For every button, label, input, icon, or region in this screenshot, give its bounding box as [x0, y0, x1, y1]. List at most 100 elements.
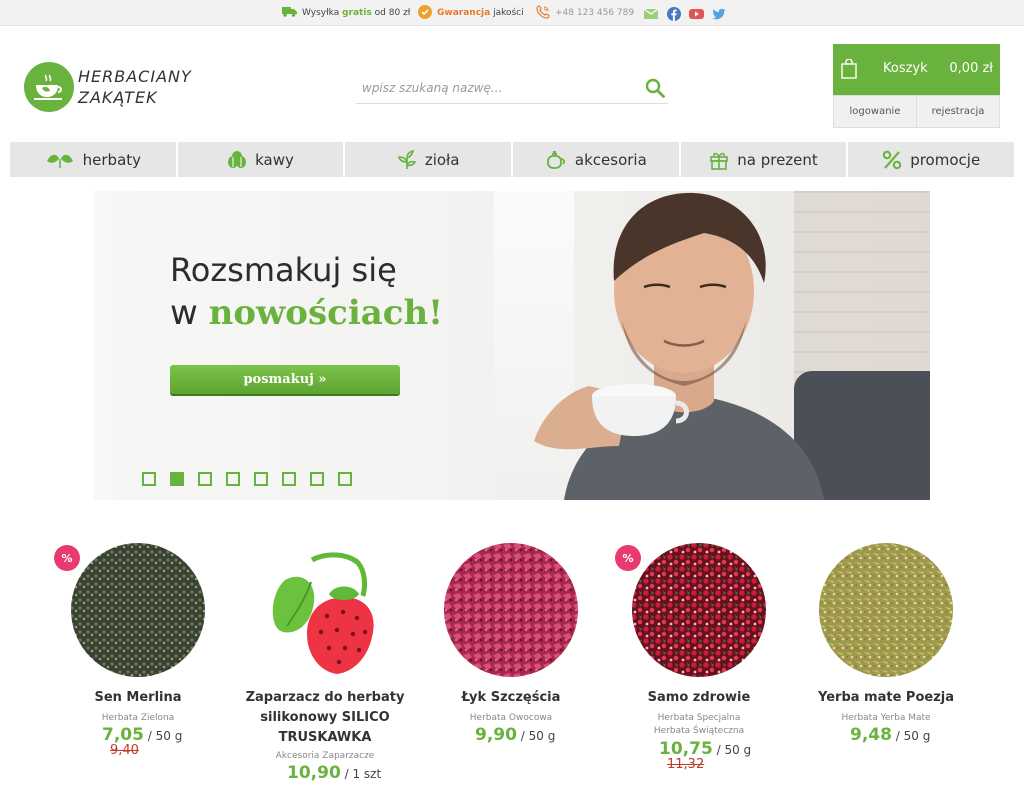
logo-line-2: ZAKĄTEK [78, 88, 158, 107]
nav-label: akcesoria [574, 150, 647, 169]
product-name-line: TRUSKAWKA [278, 730, 372, 745]
nav-label: herbaty [82, 150, 142, 169]
slider-dot-8[interactable] [338, 472, 352, 486]
slider-dot-7[interactable] [310, 472, 324, 486]
teapot-icon [547, 150, 565, 169]
product-image [444, 543, 578, 677]
check-badge-icon [418, 4, 432, 22]
product-name[interactable]: Yerba mate Poezja [796, 688, 976, 708]
hero-banner[interactable]: Rozsmakuj się w nowościach! posmakuj » [94, 191, 930, 500]
slider-dot-2[interactable] [170, 472, 184, 486]
register-label: rejestracja [931, 106, 985, 117]
cart-total: 0,00 zł [949, 61, 993, 76]
shipping-info: Wysyłka gratis od 80 zł [282, 0, 410, 26]
slider-dot-3[interactable] [198, 472, 212, 486]
login-button[interactable]: logowanie [833, 95, 917, 128]
product-name[interactable]: Samo zdrowie [609, 688, 789, 708]
product-name-line: silikonowy SILICO [260, 710, 390, 725]
shopping-bag-icon [841, 58, 857, 83]
gift-icon [710, 152, 729, 170]
product-image [819, 543, 953, 677]
slider-pagination [142, 472, 352, 486]
phone-number[interactable]: +48 123 456 789 [555, 8, 634, 18]
herb-icon [397, 149, 417, 169]
phone-icon [536, 4, 550, 22]
teacup-logo-icon [24, 62, 74, 112]
old-price: 11,32 [667, 757, 705, 772]
mail-icon[interactable] [643, 6, 659, 20]
slider-dot-6[interactable] [282, 472, 296, 486]
price-value: 9,48 [850, 725, 892, 745]
old-price: 9,40 [110, 743, 139, 758]
product-name[interactable]: Sen Merlina [48, 688, 228, 708]
shipping-threshold-text: od 80 zł [374, 8, 411, 18]
youtube-icon[interactable] [689, 6, 704, 20]
nav-label: na prezent [737, 150, 818, 169]
nav-label: zioła [424, 150, 460, 169]
quality-highlight-text: Gwarancja [437, 8, 491, 18]
search-input[interactable] [362, 77, 632, 99]
product-category: Herbata Specjalna [657, 713, 741, 723]
product-image [632, 543, 766, 677]
cart-label: Koszyk [883, 61, 928, 76]
nav-label: kawy [255, 150, 294, 169]
product-category: Herbata Owocowa [469, 713, 553, 723]
nav-item-kawy[interactable]: kawy [177, 142, 344, 177]
price-unit: / 50 g [895, 729, 931, 743]
phone-info[interactable]: +48 123 456 789 [536, 0, 634, 26]
price-value: 10,75 [659, 739, 713, 759]
nav-item-herbaty[interactable]: herbaty [10, 142, 176, 177]
quality-info: Gwarancja jakości [418, 0, 524, 26]
nav-item-akcesoria[interactable]: akcesoria [513, 142, 679, 177]
nav-item-na-prezent[interactable]: na prezent [680, 142, 847, 177]
price-value: 7,05 [102, 725, 144, 745]
product-price: 9,48 / 50 g [796, 725, 976, 745]
slider-dot-5[interactable] [254, 472, 268, 486]
product-price: 10,90 / 1 szt [235, 763, 415, 783]
quality-text: jakości [493, 8, 524, 18]
shipping-free-text: gratis [342, 8, 372, 18]
product-name[interactable]: Zaparzacz do herbaty silikonowy SILICO T… [235, 688, 415, 748]
facebook-icon[interactable] [667, 6, 681, 21]
price-unit: / 1 szt [344, 767, 382, 781]
product-name[interactable]: Łyk Szczęścia [421, 688, 601, 708]
register-button[interactable]: rejestracja [916, 95, 1000, 128]
price-unit: / 50 g [520, 729, 556, 743]
product-category: Akcesoria Zaparzacze [275, 751, 375, 761]
top-info-bar: Wysyłka gratis od 80 zł Gwarancja jakośc… [0, 0, 1024, 26]
tea-leaves-icon [46, 154, 73, 168]
percent-icon [883, 150, 902, 169]
slider-dot-4[interactable] [226, 472, 240, 486]
logo-line-1: HERBACIANY [78, 67, 192, 86]
search-bar [356, 73, 668, 104]
banner-man-image [534, 192, 824, 500]
price-value: 9,90 [475, 725, 517, 745]
twitter-icon[interactable] [712, 6, 726, 20]
coffee-beans-icon [228, 150, 247, 168]
product-price: 10,75 / 50 g [609, 739, 789, 759]
site-logo[interactable]: HERBACIANY ZAKĄTEK [24, 62, 192, 112]
banner-subheadline-prefix: w [170, 293, 198, 333]
login-label: logowanie [849, 106, 901, 117]
nav-item-ziola[interactable]: zioła [345, 142, 512, 177]
price-unit: / 50 g [716, 743, 752, 757]
product-price: 9,90 / 50 g [421, 725, 601, 745]
product-category: Herbata Świąteczna [653, 726, 745, 736]
search-icon[interactable] [644, 77, 666, 99]
price-unit: / 50 g [147, 729, 183, 743]
banner-subheadline-highlight: nowościach! [208, 293, 444, 333]
banner-cta-label: posmakuj » [243, 372, 327, 387]
slider-dot-1[interactable] [142, 472, 156, 486]
banner-subheadline: w nowościach! [170, 293, 443, 333]
banner-headline: Rozsmakuj się [170, 251, 397, 289]
product-price: 7,05 / 50 g [48, 725, 228, 745]
main-navigation: herbaty kawy zioła akcesoria na prezent … [10, 142, 1015, 177]
product-category: Herbata Yerba Mate [841, 713, 931, 723]
banner-cta-button[interactable]: posmakuj » [170, 365, 400, 394]
nav-label: promocje [910, 150, 981, 169]
truck-icon [282, 6, 297, 20]
product-category: Herbata Zielona [101, 713, 175, 723]
cart-button[interactable]: Koszyk 0,00 zł [833, 44, 1000, 95]
price-value: 10,90 [287, 763, 341, 783]
nav-item-promocje[interactable]: promocje [848, 142, 1015, 177]
